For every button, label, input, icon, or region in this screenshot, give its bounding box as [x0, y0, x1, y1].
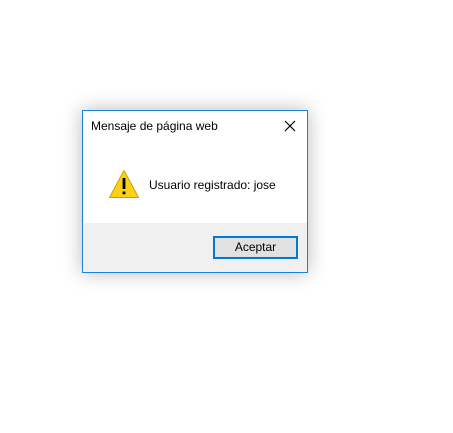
dialog-title: Mensaje de página web [91, 119, 218, 133]
dialog-body: Usuario registrado: jose [83, 141, 307, 225]
close-icon [279, 115, 301, 137]
warning-icon [108, 169, 140, 199]
dialog-titlebar[interactable]: Mensaje de página web [83, 111, 307, 141]
dialog-message: Usuario registrado: jose [149, 178, 276, 192]
message-dialog: Mensaje de página web Usuario registrado… [82, 110, 308, 273]
accept-button[interactable]: Aceptar [213, 236, 298, 259]
close-button[interactable] [279, 115, 301, 137]
dialog-footer: Aceptar [83, 223, 307, 272]
